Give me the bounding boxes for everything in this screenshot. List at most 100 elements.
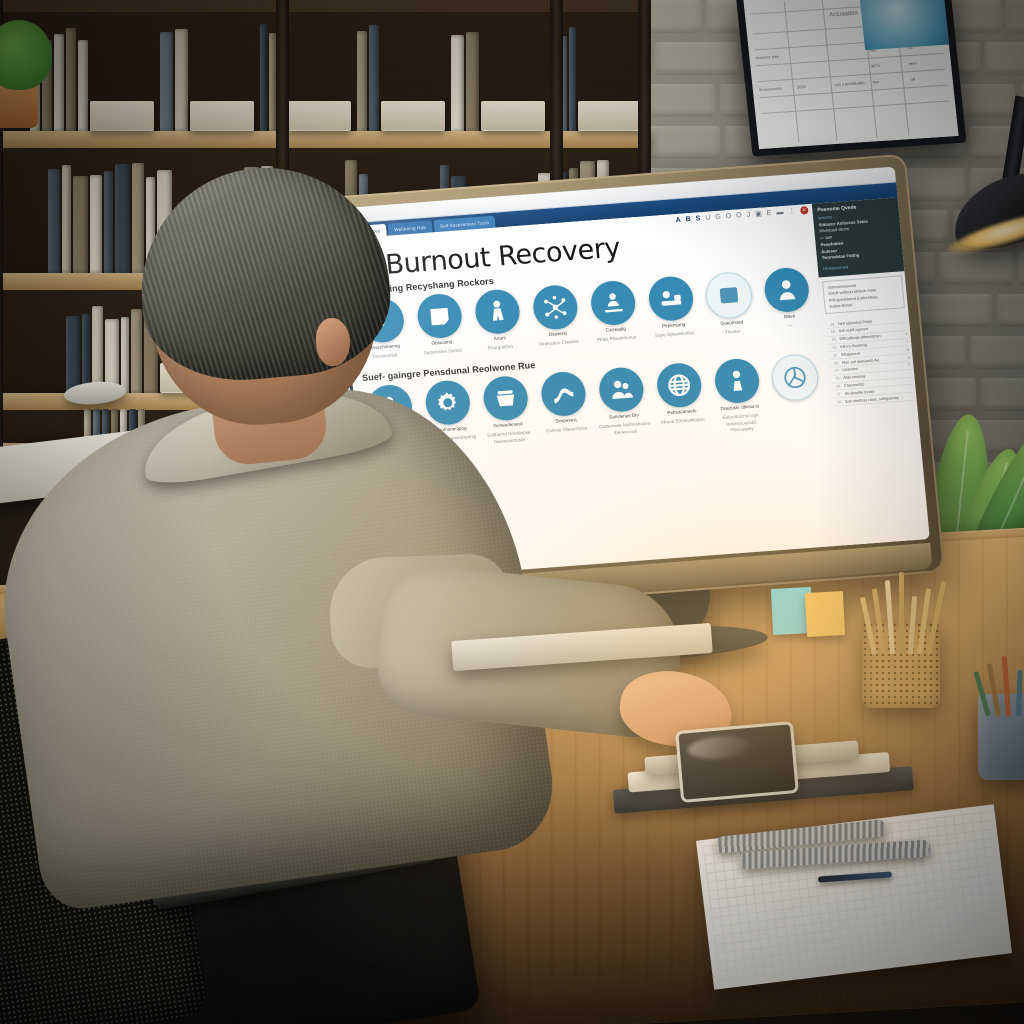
brick (981, 378, 1024, 411)
network-nodes-icon[interactable] (531, 283, 580, 331)
toolbar-icon-1[interactable]: B (685, 215, 691, 222)
book (131, 309, 142, 393)
list-item-number: 22. (832, 353, 839, 358)
mesh-pencil-cup (859, 572, 947, 708)
resource-card[interactable]: Goeumoed Thealer (701, 270, 760, 337)
resource-card[interactable]: Sanvlenas Bry Oottemese Moltmsndans lbevw… (593, 366, 653, 444)
toolbar-icon-0[interactable]: A (675, 216, 681, 223)
meditation-icon[interactable] (589, 279, 638, 327)
book (48, 169, 60, 273)
resource-card[interactable]: Pepensang Sape Splusetionlay (643, 275, 702, 342)
book (121, 317, 129, 393)
list-item-value: 7 (908, 363, 911, 368)
wave-flow-icon[interactable] (539, 370, 588, 418)
toolbar-icon-8[interactable]: ▣ (755, 210, 762, 217)
resource-card[interactable]: Obsccerid Sudorlohen Gemsl (411, 292, 470, 359)
rest-bed-icon[interactable] (647, 275, 696, 323)
book (62, 165, 71, 273)
storage-box (287, 101, 351, 131)
resource-card[interactable]: Pebsacanasfo Abooe Ehmicalnogdo (651, 362, 711, 440)
storage-box (481, 101, 545, 131)
book (115, 164, 130, 273)
resource-card[interactable]: Simpesevj Coivosr Oteaomyive (535, 370, 595, 448)
book (66, 316, 80, 393)
storage-box (381, 101, 445, 131)
summary-footer-label: Omesuormed (822, 264, 849, 272)
book (369, 25, 379, 131)
resource-card-sublabel: Thicsmonsdt (371, 351, 398, 359)
person-tie-icon[interactable] (713, 357, 762, 405)
list-item-value: - (905, 324, 907, 329)
resource-card-label: Carreadig (605, 326, 627, 333)
summary-dark-card: Poenome Qvede areoms ... Siitoasrr Aofass… (811, 197, 905, 278)
toolbar-icon-7[interactable]: J (746, 211, 750, 218)
resource-card-sublabel: Estoorlotcmd ogri Inslmsnowndcl Ffevosss… (722, 412, 759, 433)
resource-card-sublabel: Thealer (724, 328, 741, 335)
storage-box (90, 101, 154, 131)
resource-card-sublabel: Rsarguetiiny (487, 343, 514, 351)
person-single-icon[interactable] (763, 266, 812, 314)
toolbar-icon-9[interactable]: E (766, 209, 771, 216)
book (92, 306, 103, 393)
resource-card-label: Mavó (783, 313, 796, 320)
resource-card[interactable]: Dsesersj Dinessano Claniers (527, 283, 586, 350)
resource-card[interactable]: Carreadig Pbles Pitasinmorus (585, 279, 644, 346)
list-item-number: 20. (831, 337, 837, 342)
resource-card-sublabel: Sudorlohen Gemsl (423, 347, 462, 355)
person-stress-icon[interactable] (473, 288, 522, 336)
brick (1018, 252, 1024, 285)
toolbar-icon-4[interactable]: G (715, 213, 721, 220)
brick (1006, 0, 1024, 33)
resource-card[interactable]: Anars Rsarguetiiny (469, 288, 528, 355)
resource-card-label: Pepensang (661, 321, 686, 329)
resource-card-sublabel: Oottemese Moltmsndans lbevwocval (599, 420, 651, 435)
brick (640, 126, 720, 159)
toolbar-icon-3[interactable]: U (705, 214, 711, 221)
cup-drink-icon[interactable] (481, 375, 530, 423)
list-item-number: 19. (830, 329, 837, 335)
book (269, 33, 276, 131)
resource-card[interactable]: Goheedenand Soltbarnd Solvidepse blusnesa… (477, 375, 537, 453)
resource-card[interactable] (767, 353, 827, 431)
toolbar-icon-10[interactable]: ▬ (776, 209, 784, 216)
yellow-sticky-note[interactable] (804, 591, 846, 637)
list-item-value: - (911, 394, 914, 399)
list-item-value: - (909, 371, 912, 376)
book (78, 40, 88, 131)
storage-box (190, 101, 254, 131)
note-card-icon[interactable] (704, 270, 755, 320)
gear-cycle-icon[interactable] (423, 379, 472, 427)
resource-card-sublabel: — (787, 322, 793, 328)
brick (655, 42, 738, 75)
document-note-icon[interactable] (415, 292, 464, 340)
resource-card[interactable]: Dnezuskr dtlvsla to Estoorlotcmd ogri Ins… (709, 357, 769, 435)
book (82, 314, 90, 393)
book (66, 28, 76, 131)
list-item-number: 23. (833, 360, 839, 366)
brick (940, 252, 1013, 285)
tablet-device[interactable] (675, 720, 799, 804)
book (569, 27, 576, 131)
book (73, 176, 88, 273)
people-pair-icon[interactable] (597, 366, 646, 414)
toolbar-icon-6[interactable]: O (736, 212, 742, 219)
toolbar-icon-12[interactable]: ✕ (799, 206, 809, 215)
brick (997, 294, 1024, 327)
resource-card-label: Goheedenand (493, 421, 523, 429)
globe-grid-icon[interactable] (655, 362, 704, 410)
toolbar-icon-2[interactable]: S (695, 215, 700, 222)
toolbar-icon-5[interactable]: O (725, 212, 731, 219)
list-item-value: 4 (905, 332, 908, 337)
brick (911, 294, 992, 327)
resource-card-label: Anars (493, 335, 507, 342)
resource-card-sublabel: Soltbarnd Solvidepse blusnesantoste (486, 429, 531, 444)
list-item-value: 6 (906, 347, 910, 352)
toolbar-icon-11[interactable]: ⋮ (788, 208, 796, 215)
book (466, 32, 479, 131)
brick (640, 84, 715, 117)
book (90, 175, 102, 273)
resource-card[interactable]: Mavó — (759, 266, 818, 333)
wall-mounted-display[interactable]: ActuaationMoessot tseensionoi9074teenSmo… (735, 0, 967, 157)
chart-pale-icon[interactable] (770, 353, 821, 403)
resource-card-label: Pebsacanasfo (667, 408, 697, 416)
